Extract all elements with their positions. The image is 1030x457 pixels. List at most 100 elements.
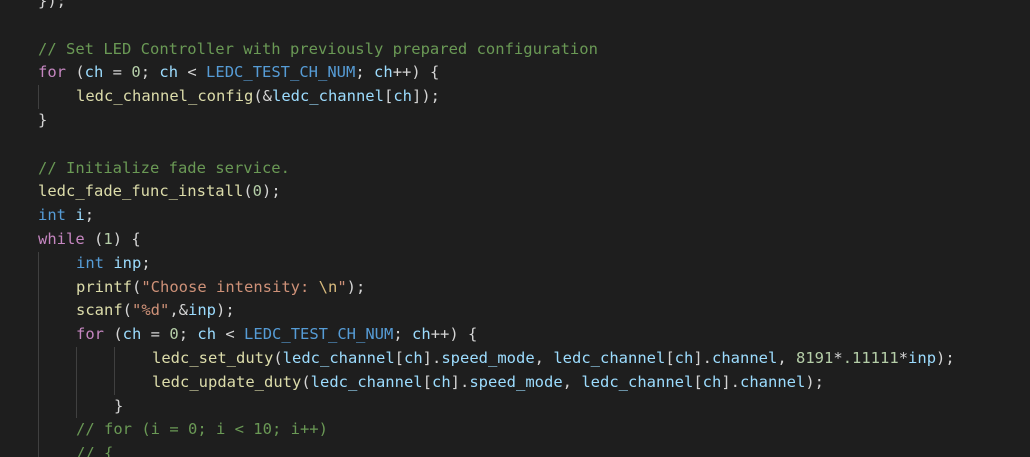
code-token: ch	[404, 348, 423, 367]
code-line[interactable]: int inp;	[0, 251, 1030, 276]
code-token: ].	[422, 348, 442, 367]
code-token: ledc_channel	[553, 348, 666, 367]
indent-guide	[38, 418, 39, 443]
code-token: channel	[712, 348, 778, 367]
indent-guide	[38, 299, 39, 324]
code-editor[interactable]: }); // Set LED Controller with previousl…	[0, 0, 1030, 457]
code-line[interactable]: ledc_update_duty(ledc_channel[ch].speed_…	[0, 370, 1030, 395]
code-line[interactable]: scanf("%d",&inp);	[0, 299, 1030, 324]
code-token: [	[394, 348, 404, 367]
code-line[interactable]: for (ch = 0; ch < LEDC_TEST_CH_NUM; ch++…	[0, 323, 1030, 347]
code-token: );	[216, 301, 235, 320]
code-token: 0	[131, 63, 141, 82]
code-token: ledc_update_duty	[152, 372, 302, 391]
indent-guide	[38, 370, 39, 395]
code-token: ].	[721, 372, 740, 391]
code-line[interactable]	[0, 133, 1030, 157]
code-line[interactable]: while (1) {	[0, 228, 1030, 252]
code-line[interactable]: ledc_channel_config(&ledc_channel[ch]);	[0, 85, 1030, 109]
code-token: ;	[84, 206, 95, 225]
code-token: inp	[908, 348, 937, 367]
code-line[interactable]: for (ch = 0; ch < LEDC_TEST_CH_NUM; ch++…	[0, 61, 1030, 85]
code-line[interactable]: ledc_fade_func_install(0);	[0, 180, 1030, 204]
code-token: "%d"	[132, 301, 170, 320]
code-token: );	[805, 372, 824, 391]
code-token: ].	[693, 348, 713, 367]
code-token: ch	[122, 325, 142, 344]
indent-guide	[38, 394, 39, 419]
code-token: ch	[412, 325, 431, 344]
code-token: // {	[76, 444, 114, 457]
code-token: for	[76, 325, 104, 344]
code-token: .11111	[842, 348, 899, 367]
code-token: }	[38, 110, 48, 129]
code-token: 0	[169, 325, 179, 344]
code-token: ) {	[112, 229, 141, 248]
code-token: ledc_channel	[271, 87, 384, 106]
code-line[interactable]: // for (i = 0; i < 10; i++)	[0, 418, 1030, 443]
code-token: ledc_channel	[310, 372, 423, 391]
code-token: ;	[393, 325, 413, 344]
code-line[interactable]: int i;	[0, 204, 1030, 228]
code-token: int	[76, 253, 104, 272]
code-token: inp	[188, 301, 217, 320]
code-token: 8191	[796, 348, 834, 367]
code-line[interactable]: }	[0, 394, 1030, 419]
code-token: ++) {	[392, 63, 440, 82]
code-token: LEDC_TEST_CH_NUM	[206, 63, 356, 82]
code-token: int	[38, 206, 66, 225]
code-token: ledc_channel_config	[76, 87, 254, 106]
code-lines: }); // Set LED Controller with previousl…	[0, 0, 1030, 457]
code-token: }	[114, 396, 124, 415]
code-token: );	[262, 182, 281, 201]
code-token: "	[337, 277, 347, 296]
code-line[interactable]: // Set LED Controller with previously pr…	[0, 38, 1030, 62]
code-token: ledc_channel	[581, 372, 694, 391]
code-token: ,	[777, 348, 797, 367]
code-token: );	[936, 348, 955, 367]
code-token: (	[122, 301, 133, 320]
code-token: (	[243, 182, 253, 201]
code-token: ]);	[411, 87, 440, 106]
code-token: [	[693, 372, 703, 391]
code-line[interactable]: });	[0, 0, 1030, 14]
code-token: );	[346, 277, 366, 296]
code-token: [	[665, 348, 675, 367]
code-token: ch	[702, 372, 722, 391]
indent-guide	[76, 346, 77, 371]
code-line[interactable]: // Initialize fade service.	[0, 157, 1030, 181]
indent-guide	[76, 370, 77, 395]
code-token: <	[178, 63, 207, 82]
code-token: ,	[562, 372, 582, 391]
code-token: *	[833, 348, 843, 367]
code-token: *	[898, 348, 909, 367]
code-token: while	[38, 229, 85, 248]
code-token: (	[301, 372, 311, 391]
code-token: ].	[450, 372, 470, 391]
code-line[interactable]: // {	[0, 442, 1030, 457]
code-token: // Set LED Controller with previously pr…	[38, 39, 598, 58]
indent-guide	[76, 394, 77, 419]
code-line[interactable]: printf("Choose intensity: \n");	[0, 275, 1030, 300]
code-token: speed_mode	[469, 372, 563, 391]
code-token: });	[38, 0, 66, 10]
code-token: <	[216, 325, 245, 344]
code-token: (&	[253, 87, 272, 106]
code-token: ;	[140, 63, 160, 82]
code-token: printf	[76, 277, 132, 296]
code-token: \n	[318, 277, 338, 296]
indent-guide	[38, 323, 39, 347]
code-token: ch	[374, 63, 393, 82]
code-line[interactable]	[0, 14, 1030, 38]
code-token: [	[383, 87, 394, 106]
code-token: 1	[103, 229, 113, 248]
code-token: (	[104, 325, 123, 344]
code-line[interactable]: ledc_set_duty(ledc_channel[ch].speed_mod…	[0, 346, 1030, 371]
code-token: // Initialize fade service.	[38, 158, 290, 177]
code-token: inp	[113, 253, 142, 272]
code-token: scanf	[76, 301, 123, 320]
code-line[interactable]: }	[0, 109, 1030, 133]
code-token: ledc_fade_func_install	[38, 182, 244, 201]
code-token: (	[66, 63, 85, 82]
